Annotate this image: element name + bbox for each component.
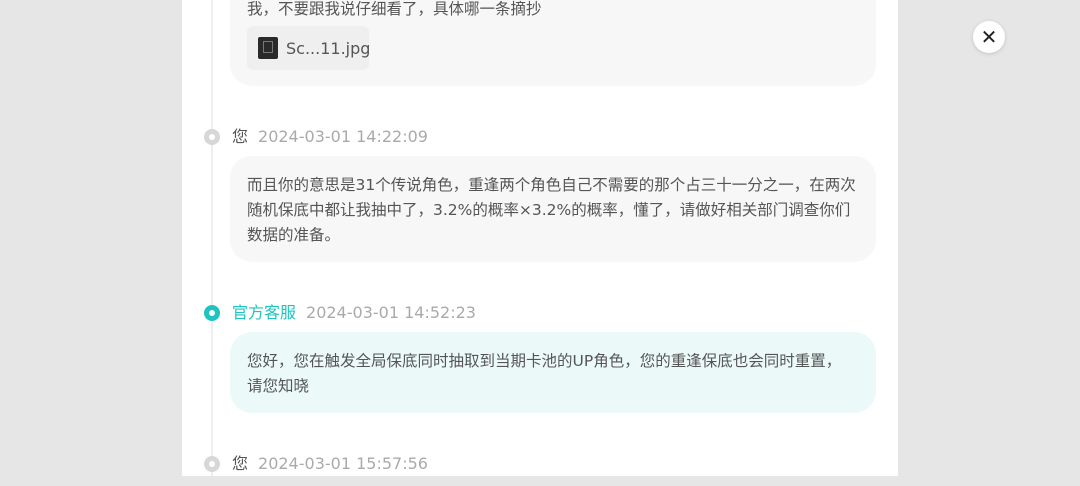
message-author: 官方客服 — [232, 303, 297, 322]
message-text: 而且你的意思是31个传说角色，重逢两个角色自己不需要的那个占三十一分之一，在两次… — [247, 176, 856, 244]
conversation-panel: 我，不要跟我说仔细看了，具体哪一条摘抄 Sc...11.jpg 您 2024-03… — [182, 0, 898, 476]
message-meta: 您 2024-03-01 15:57:56 — [232, 454, 428, 474]
message-author: 您 — [232, 454, 249, 473]
close-button[interactable]: ✕ — [973, 21, 1005, 53]
message-timestamp: 2024-03-01 14:22:09 — [258, 127, 428, 146]
message-text: 您好，您在触发全局保底同时抽取到当期卡池的UP角色，您的重逢保底也会同时重置，请… — [247, 352, 842, 395]
message-meta: 官方客服 2024-03-01 14:52:23 — [232, 303, 476, 323]
timeline-dot-official — [204, 305, 220, 321]
message-text: 我，不要跟我说仔细看了，具体哪一条摘抄 — [247, 0, 542, 18]
timeline-dot — [204, 129, 220, 145]
attachment-filename: Sc...11.jpg — [286, 38, 371, 58]
attachment-chip[interactable]: Sc...11.jpg — [247, 26, 371, 70]
message-author: 您 — [232, 127, 249, 146]
image-thumbnail-icon — [258, 37, 278, 59]
message-timestamp: 2024-03-01 15:57:56 — [258, 454, 428, 473]
message-bubble: 而且你的意思是31个传说角色，重逢两个角色自己不需要的那个占三十一分之一，在两次… — [230, 156, 876, 262]
timeline-line — [211, 0, 213, 476]
message-bubble: 我，不要跟我说仔细看了，具体哪一条摘抄 Sc...11.jpg — [230, 0, 876, 86]
message-bubble-official: 您好，您在触发全局保底同时抽取到当期卡池的UP角色，您的重逢保底也会同时重置，请… — [230, 332, 876, 413]
close-icon: ✕ — [980, 25, 998, 49]
message-meta: 您 2024-03-01 14:22:09 — [232, 127, 428, 147]
message-timestamp: 2024-03-01 14:52:23 — [306, 303, 476, 322]
timeline-dot — [204, 456, 220, 472]
